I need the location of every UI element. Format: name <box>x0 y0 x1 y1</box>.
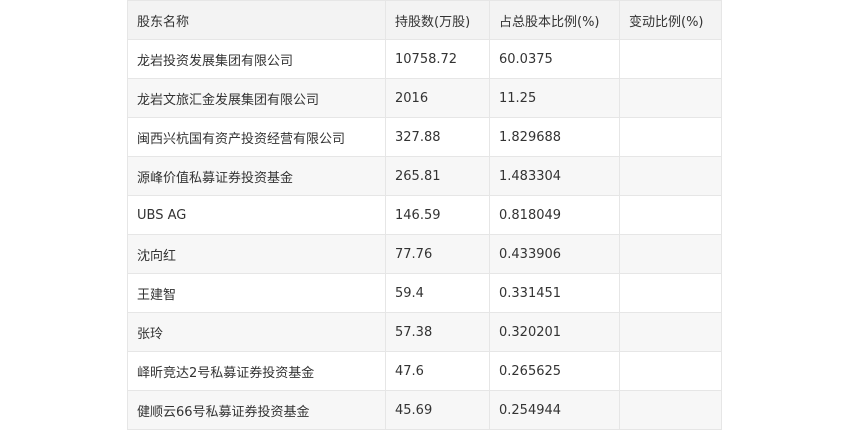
cell-change <box>619 390 722 430</box>
header-row: 股东名称 持股数(万股) 占总股本比例(%) 变动比例(%) <box>127 0 722 40</box>
cell-name: UBS AG <box>127 195 386 235</box>
cell-ratio: 0.433906 <box>489 234 620 274</box>
header-change: 变动比例(%) <box>619 0 722 40</box>
table-row: 王建智 59.4 0.331451 <box>127 273 722 313</box>
cell-ratio: 0.320201 <box>489 312 620 352</box>
cell-shares: 45.69 <box>385 390 490 430</box>
cell-ratio: 60.0375 <box>489 39 620 79</box>
cell-change <box>619 156 722 196</box>
shareholder-table: 股东名称 持股数(万股) 占总股本比例(%) 变动比例(%) 龙岩投资发展集团有… <box>127 0 722 430</box>
cell-shares: 57.38 <box>385 312 490 352</box>
table-body: 龙岩投资发展集团有限公司 10758.72 60.0375 龙岩文旅汇金发展集团… <box>127 39 722 430</box>
header-ratio: 占总股本比例(%) <box>489 0 620 40</box>
table-row: 龙岩投资发展集团有限公司 10758.72 60.0375 <box>127 39 722 79</box>
cell-shares: 146.59 <box>385 195 490 235</box>
cell-name: 王建智 <box>127 273 386 313</box>
cell-name: 张玲 <box>127 312 386 352</box>
cell-name: 健顺云66号私募证券投资基金 <box>127 390 386 430</box>
cell-shares: 327.88 <box>385 117 490 157</box>
cell-shares: 265.81 <box>385 156 490 196</box>
cell-ratio: 0.331451 <box>489 273 620 313</box>
table-row: 源峰价值私募证券投资基金 265.81 1.483304 <box>127 156 722 196</box>
cell-change <box>619 195 722 235</box>
cell-shares: 47.6 <box>385 351 490 391</box>
header-shareholder-name: 股东名称 <box>127 0 386 40</box>
cell-name: 沈向红 <box>127 234 386 274</box>
cell-ratio: 0.254944 <box>489 390 620 430</box>
table-row: 闽西兴杭国有资产投资经营有限公司 327.88 1.829688 <box>127 117 722 157</box>
cell-change <box>619 351 722 391</box>
cell-name: 源峰价值私募证券投资基金 <box>127 156 386 196</box>
cell-ratio: 1.483304 <box>489 156 620 196</box>
table-header: 股东名称 持股数(万股) 占总股本比例(%) 变动比例(%) <box>127 0 722 40</box>
header-shares: 持股数(万股) <box>385 0 490 40</box>
table-row: UBS AG 146.59 0.818049 <box>127 195 722 235</box>
cell-name: 闽西兴杭国有资产投资经营有限公司 <box>127 117 386 157</box>
cell-change <box>619 39 722 79</box>
cell-ratio: 0.818049 <box>489 195 620 235</box>
cell-change <box>619 78 722 118</box>
table-row: 张玲 57.38 0.320201 <box>127 312 722 352</box>
cell-change <box>619 273 722 313</box>
cell-name: 峄昕竞达2号私募证券投资基金 <box>127 351 386 391</box>
cell-shares: 77.76 <box>385 234 490 274</box>
table-row: 健顺云66号私募证券投资基金 45.69 0.254944 <box>127 390 722 430</box>
table-row: 龙岩文旅汇金发展集团有限公司 2016 11.25 <box>127 78 722 118</box>
cell-shares: 10758.72 <box>385 39 490 79</box>
cell-ratio: 1.829688 <box>489 117 620 157</box>
cell-ratio: 11.25 <box>489 78 620 118</box>
cell-change <box>619 117 722 157</box>
shareholder-table-container: 股东名称 持股数(万股) 占总股本比例(%) 变动比例(%) 龙岩投资发展集团有… <box>127 0 722 430</box>
table-row: 峄昕竞达2号私募证券投资基金 47.6 0.265625 <box>127 351 722 391</box>
cell-change <box>619 234 722 274</box>
cell-ratio: 0.265625 <box>489 351 620 391</box>
cell-shares: 59.4 <box>385 273 490 313</box>
cell-name: 龙岩投资发展集团有限公司 <box>127 39 386 79</box>
table-row: 沈向红 77.76 0.433906 <box>127 234 722 274</box>
cell-name: 龙岩文旅汇金发展集团有限公司 <box>127 78 386 118</box>
cell-shares: 2016 <box>385 78 490 118</box>
cell-change <box>619 312 722 352</box>
